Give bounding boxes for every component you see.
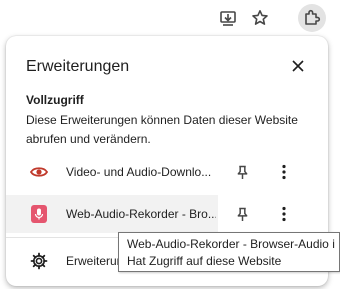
more-options-button[interactable] <box>272 160 296 184</box>
panel-title: Erweiterungen <box>26 58 130 75</box>
extension-row: Web-Audio-Rekorder - Bro... <box>6 195 328 233</box>
section-description: Diese Erweiterungen können Daten dieser … <box>26 113 298 146</box>
browser-toolbar <box>0 0 340 36</box>
gear-icon <box>30 252 48 270</box>
extension-open-button[interactable]: Web-Audio-Rekorder - Bro... <box>6 195 218 233</box>
download-button[interactable] <box>214 4 242 32</box>
download-icon <box>220 11 236 26</box>
tooltip-title: Web-Audio-Rekorder - Browser-Audio i <box>127 237 335 251</box>
close-button[interactable] <box>286 54 310 78</box>
more-vert-icon <box>282 206 286 222</box>
star-icon <box>252 10 268 25</box>
tooltip-access: Hat Zugriff auf diese Website <box>127 254 282 268</box>
more-options-button[interactable] <box>272 202 296 226</box>
extension-tooltip: Web-Audio-Rekorder - Browser-Audio i Hat… <box>118 232 340 272</box>
extension-row: Video- und Audio-Downlo... <box>6 153 328 191</box>
pin-icon <box>237 165 247 179</box>
close-icon <box>292 60 304 72</box>
pin-button[interactable] <box>230 160 254 184</box>
more-vert-icon <box>282 164 286 180</box>
bookmark-star-button[interactable] <box>246 4 274 32</box>
pin-icon <box>237 207 247 221</box>
pin-button[interactable] <box>230 202 254 226</box>
extensions-button[interactable] <box>298 4 326 32</box>
puzzle-icon <box>305 9 321 25</box>
microphone-icon <box>30 205 48 223</box>
eye-icon <box>30 164 48 180</box>
extension-open-button[interactable]: Video- und Audio-Downlo... <box>6 153 218 191</box>
extension-name: Video- und Audio-Downlo... <box>66 165 212 179</box>
extension-name: Web-Audio-Rekorder - Bro... <box>66 207 216 221</box>
section-heading: Vollzugriff <box>26 93 84 107</box>
